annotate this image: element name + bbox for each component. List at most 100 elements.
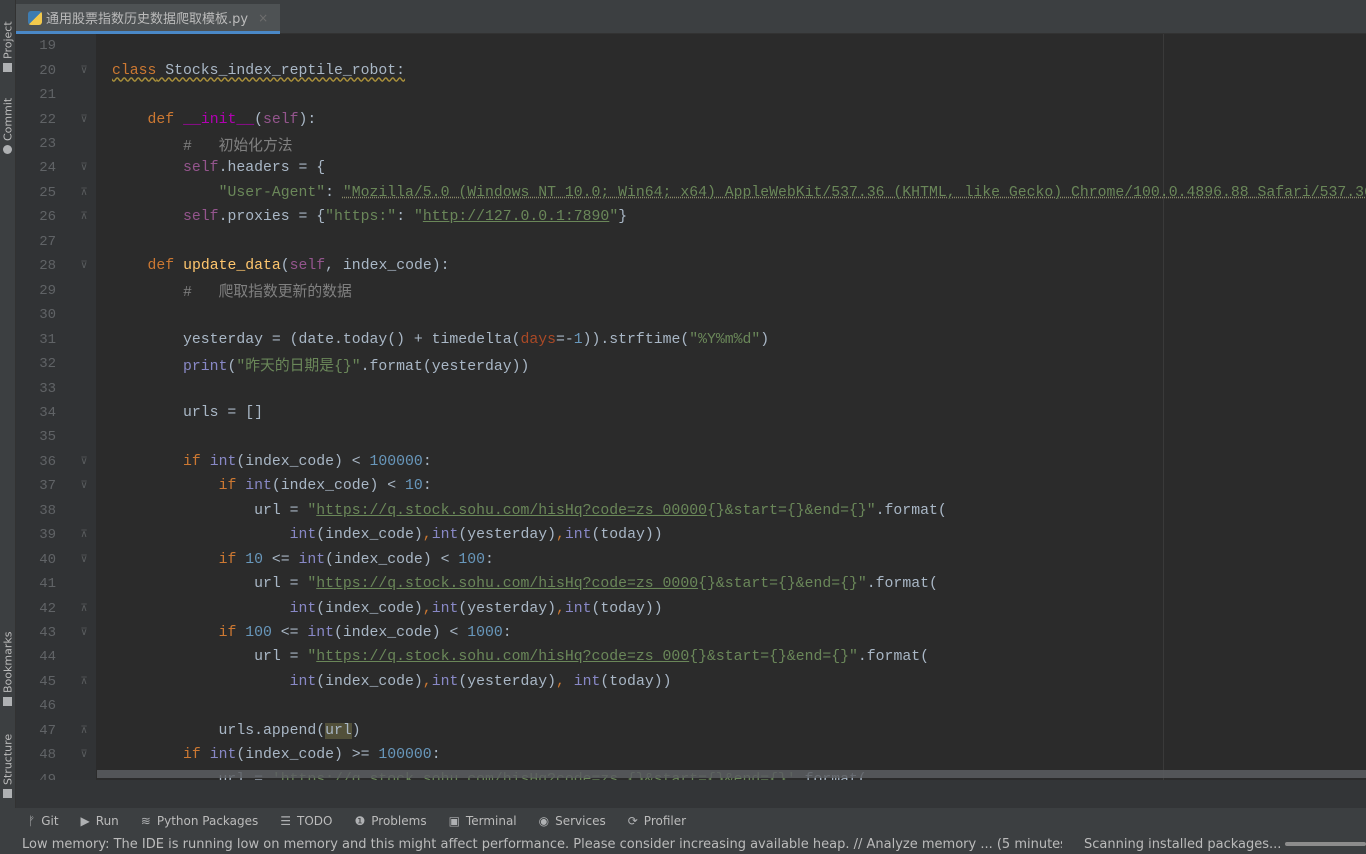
horizontal-scrollbar[interactable] <box>97 770 1366 778</box>
code-line[interactable]: 37 ⊽ if int(index_code) < 10: <box>16 474 1366 498</box>
code-line[interactable]: 21 <box>16 83 1366 107</box>
toolwindow-todo[interactable]: ☰ TODO <box>280 814 332 828</box>
toolwindow-python-packages[interactable]: ≋ Python Packages <box>141 814 258 828</box>
code-line[interactable]: 39 ⊼ int(index_code),int(yesterday),int(t… <box>16 523 1366 547</box>
structure-label: Structure <box>1 733 15 785</box>
code-token-builtin: int <box>307 625 335 642</box>
code-text: print("昨天的日期是{}".format(yesterday)) <box>112 354 529 375</box>
code-token-plain: (index_code) < <box>271 478 406 495</box>
fold-marker-icon[interactable]: ⊽ <box>72 162 96 174</box>
close-tab-icon[interactable]: × <box>258 11 268 25</box>
code-token-builtin: int <box>289 673 317 690</box>
code-line[interactable]: 34 urls = [] <box>16 401 1366 425</box>
line-number: 24 <box>39 160 56 177</box>
fold-marker-icon[interactable]: ⊼ <box>72 211 96 223</box>
code-token-plain: url = <box>112 576 308 593</box>
code-line[interactable]: 19 <box>16 34 1366 58</box>
code-token-kw: if <box>183 453 210 470</box>
code-token-builtin: int <box>298 551 326 568</box>
code-line[interactable]: 32 print("昨天的日期是{}".format(yesterday)) <box>16 352 1366 376</box>
profiler-icon: ⟳ <box>627 814 638 828</box>
code-line[interactable]: 47 ⊼ urls.append(url) <box>16 719 1366 743</box>
code-line[interactable]: 20 ⊽ class Stocks_index_reptile_robot: <box>16 58 1366 82</box>
code-line[interactable]: 22 ⊽ def __init__(self): <box>16 107 1366 131</box>
fold-marker-icon[interactable]: ⊽ <box>72 627 96 639</box>
code-line[interactable]: 42 ⊼ int(index_code),int(yesterday),int(t… <box>16 596 1366 620</box>
code-editor[interactable]: 19 20 ⊽ class Stocks_index_reptile_robot: 21… <box>16 34 1366 780</box>
fold-marker-icon[interactable]: ⊽ <box>72 114 96 126</box>
fold-marker-icon[interactable]: ⊼ <box>72 529 96 541</box>
code-token-plain: (yesterday) <box>458 600 557 617</box>
code-line[interactable]: 33 <box>16 376 1366 400</box>
low-memory-message[interactable]: Low memory: The IDE is running low on me… <box>22 837 1062 852</box>
code-line[interactable]: 30 <box>16 303 1366 327</box>
code-line[interactable]: 46 <box>16 694 1366 718</box>
left-tool-strip: Project Commit Bookmarks Structure <box>0 0 16 808</box>
code-token-str: " <box>307 502 317 519</box>
code-line[interactable]: 29 # 爬取指数更新的数据 <box>16 279 1366 303</box>
code-line[interactable]: 25 ⊼ "User-Agent": "Mozilla/5.0 (Windows … <box>16 181 1366 205</box>
toolwindow-git[interactable]: ᚠ Git <box>28 814 59 828</box>
code-token-kw: , <box>556 673 574 690</box>
editor-tab[interactable]: 通用股票指数历史数据爬取模板.py × <box>16 4 280 34</box>
code-line[interactable]: 35 <box>16 425 1366 449</box>
code-line[interactable]: 27 <box>16 230 1366 254</box>
fold-marker-icon[interactable]: ⊽ <box>72 480 96 492</box>
toolwindow-run[interactable]: ▶ Run <box>81 814 119 828</box>
toolwindow-services[interactable]: ◉ Services <box>539 814 606 828</box>
git-branch-icon: ᚠ <box>28 814 36 828</box>
code-token-builtin: int <box>289 527 317 544</box>
fold-marker-icon[interactable]: ⊼ <box>72 187 96 199</box>
toolwindow-problems[interactable]: ❶ Problems <box>355 814 427 828</box>
code-text: yesterday = (date.today() + timedelta(da… <box>112 332 769 348</box>
toolwindow-profiler[interactable]: ⟳ Profiler <box>628 814 686 828</box>
code-line[interactable]: 44 url = "https://q.stock.sohu.com/hisHq… <box>16 645 1366 669</box>
fold-marker-icon[interactable]: ⊽ <box>72 456 96 468</box>
line-number: 40 <box>39 551 56 568</box>
fold-marker-icon[interactable]: ⊼ <box>72 676 96 688</box>
code-token-plain: (index_code) < <box>325 551 459 568</box>
bookmarks-tool-button[interactable]: Bookmarks <box>0 618 16 706</box>
code-token-link: https://q.stock.sohu.com/hisHq?code=zs_0… <box>316 576 699 593</box>
code-line[interactable]: 28 ⊽ def update_data(self, index_code): <box>16 254 1366 278</box>
code-token-plain: .format( <box>857 649 929 666</box>
fold-marker-icon[interactable]: ⊼ <box>72 603 96 615</box>
fold-marker-icon[interactable]: ⊼ <box>72 725 96 737</box>
code-line[interactable]: 48 ⊽ if int(index_code) >= 100000: <box>16 743 1366 767</box>
code-line[interactable]: 36 ⊽ if int(index_code) < 100000: <box>16 450 1366 474</box>
code-text: url = "https://q.stock.sohu.com/hisHq?co… <box>112 649 929 665</box>
line-number: 46 <box>39 698 56 715</box>
code-line[interactable]: 24 ⊽ self.headers = { <box>16 156 1366 180</box>
fold-marker-icon[interactable]: ⊽ <box>72 554 96 566</box>
code-token-plain: (index_code) <box>316 600 423 617</box>
code-token-builtin: int <box>573 673 601 690</box>
code-line[interactable]: 41 url = "https://q.stock.sohu.com/hisHq… <box>16 572 1366 596</box>
fold-marker-icon[interactable]: ⊽ <box>72 260 96 272</box>
code-line[interactable]: 23 # 初始化方法 <box>16 132 1366 156</box>
code-line[interactable]: 40 ⊽ if 10 <= int(index_code) < 100: <box>16 547 1366 571</box>
code-line[interactable]: 38 url = "https://q.stock.sohu.com/hisHq… <box>16 499 1366 523</box>
line-number: 37 <box>39 478 56 495</box>
code-line[interactable]: 45 ⊼ int(index_code),int(yesterday), int(… <box>16 670 1366 694</box>
project-tool-button[interactable]: Project <box>0 6 16 72</box>
code-line[interactable]: 26 ⊼ self.proxies = {"https:": "http://12… <box>16 205 1366 229</box>
background-task-progress[interactable] <box>1285 842 1366 846</box>
fold-marker-icon[interactable]: ⊽ <box>72 749 96 761</box>
commit-tool-button[interactable]: Commit <box>0 88 16 154</box>
line-number: 32 <box>39 356 56 373</box>
code-token-builtin: int <box>289 600 317 617</box>
code-token-param: days <box>520 331 556 348</box>
fold-marker-icon[interactable]: ⊽ <box>72 65 96 77</box>
code-token-str: "昨天的日期是{}" <box>236 358 361 375</box>
line-number: 33 <box>39 380 56 397</box>
code-token-plain: urls.append( <box>112 722 326 739</box>
code-line[interactable]: 31 yesterday = (date.today() + timedelta… <box>16 327 1366 351</box>
code-token-plain: (yesterday) <box>458 527 557 544</box>
structure-tool-button[interactable]: Structure <box>0 718 16 798</box>
background-task-label[interactable]: Scanning installed packages... <box>1084 837 1281 852</box>
code-line[interactable]: 43 ⊽ if 100 <= int(index_code) < 1000: <box>16 621 1366 645</box>
toolwindow-terminal[interactable]: ▣ Terminal <box>449 814 517 828</box>
